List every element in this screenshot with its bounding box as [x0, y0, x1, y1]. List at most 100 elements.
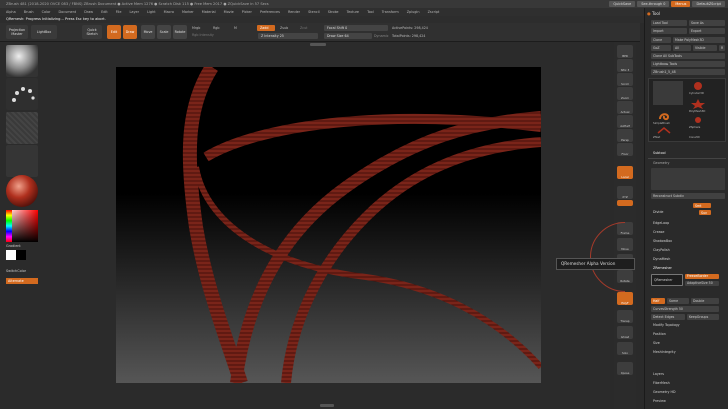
brush-thumbnail[interactable] — [6, 45, 38, 77]
actual-button[interactable]: Actual — [617, 101, 633, 114]
preview-header[interactable]: Preview — [653, 399, 666, 403]
local-button[interactable]: Local — [617, 166, 633, 179]
layers-header[interactable]: Layers — [653, 372, 664, 376]
mrgb-toggle[interactable]: Mrgb — [192, 26, 200, 30]
menu-item[interactable]: Brush — [24, 10, 34, 14]
reconstruct-subdiv-button[interactable]: Reconstruct Subdiv — [651, 193, 725, 199]
menu-item[interactable]: Color — [42, 10, 51, 14]
solo-button[interactable]: Solo — [617, 342, 633, 355]
menu-item[interactable]: Material — [202, 10, 216, 14]
polymesh-icon[interactable] — [691, 99, 705, 109]
secondary-color-swatch[interactable] — [16, 250, 26, 260]
all-button[interactable]: All — [673, 45, 691, 51]
floor-button[interactable]: Floor — [617, 143, 633, 156]
detect-edges-button[interactable]: Detect Edges — [651, 314, 685, 320]
canvas-bottom-handle[interactable] — [320, 404, 334, 407]
zremesher-header[interactable]: ZRemesher — [653, 266, 672, 270]
gradient-label[interactable]: Gradient — [6, 244, 21, 248]
edit-button[interactable]: Edit — [107, 25, 121, 39]
menu-item[interactable]: Zscript — [428, 10, 440, 14]
spix-button[interactable]: SPix 3 — [617, 59, 633, 72]
menu-item[interactable]: Preferences — [260, 10, 280, 14]
menu-item[interactable]: Render — [288, 10, 300, 14]
zcut-button[interactable]: Zcut — [300, 26, 307, 30]
visible-button[interactable]: Visible — [693, 45, 717, 51]
scale-button[interactable]: Scale — [157, 25, 171, 39]
current-tool-slider[interactable]: ZBrush1_5_48 — [651, 69, 725, 75]
tool-palette-title[interactable]: ● Tool — [647, 10, 727, 17]
clone-button[interactable]: Clone — [651, 37, 671, 43]
rgb-intensity-slider[interactable]: Rgb Intensity — [192, 33, 214, 37]
menus-button[interactable]: Menus — [671, 1, 691, 7]
draw-size-slider[interactable]: Draw Size 64 — [324, 33, 372, 39]
simplebrush-icon[interactable] — [657, 111, 671, 121]
projection-master-button[interactable]: Projection Master — [6, 25, 28, 39]
divide-button[interactable]: Divide — [653, 210, 663, 214]
current-tool-thumbnail[interactable] — [653, 81, 683, 105]
menu-item[interactable]: Tool — [367, 10, 374, 14]
make-polymesh-button[interactable]: Make PolyMesh3D — [673, 37, 725, 43]
menu-item[interactable]: Movie — [224, 10, 234, 14]
menu-item[interactable]: Texture — [347, 10, 359, 14]
polyf-button[interactable]: PolyF — [617, 292, 633, 305]
goz-button[interactable]: GoZ — [651, 45, 671, 51]
default-zscript-button[interactable]: DefaultZScript — [692, 1, 725, 7]
menu-item[interactable]: Marker — [182, 10, 194, 14]
save-as-button[interactable]: Save As — [689, 20, 725, 26]
lightbox-button[interactable]: LightBox — [31, 25, 57, 39]
qremesher-button[interactable]: QRemesher — [651, 274, 683, 286]
canvas-top-handle[interactable] — [310, 43, 326, 46]
rotate-button[interactable]: Rotate — [173, 25, 187, 39]
m-toggle[interactable]: M — [234, 26, 237, 30]
material-thumbnail[interactable] — [6, 175, 38, 207]
menu-item[interactable]: Macro — [164, 10, 174, 14]
dynamic-button[interactable]: Dynamic — [374, 34, 389, 38]
export-button[interactable]: Export — [689, 28, 725, 34]
quick-sketch-button[interactable]: Quick Sketch — [82, 25, 102, 39]
xyz-toggle[interactable] — [617, 200, 633, 206]
document-viewport[interactable] — [116, 67, 541, 383]
menu-item[interactable]: Stencil — [308, 10, 319, 14]
curves-strength-slider[interactable]: CurvesStrength 50 — [651, 306, 719, 312]
dynamesh-button[interactable]: DynaMesh — [653, 257, 670, 261]
menu-item[interactable]: Edit — [101, 10, 108, 14]
xpose-button[interactable]: Xpose — [617, 362, 633, 375]
stroke-thumbnail[interactable] — [6, 78, 38, 110]
focal-shift-slider[interactable]: Focal Shift 0 — [324, 25, 388, 31]
adaptive-size-slider[interactable]: AdaptiveSize 50 — [685, 281, 719, 286]
transp-button[interactable]: Transp — [617, 310, 633, 323]
ghost-button[interactable]: Ghost — [617, 326, 633, 339]
xyz-button[interactable]: XYZ — [617, 186, 633, 199]
switch-color-button[interactable]: SwitchColor — [6, 269, 26, 273]
alpha-thumbnail[interactable] — [6, 112, 38, 144]
main-color-swatch[interactable] — [6, 250, 16, 260]
clone-all-subtools-button[interactable]: Clone All SubTools — [651, 53, 725, 59]
sphere-icon[interactable] — [691, 115, 705, 125]
r-button[interactable]: R — [719, 45, 725, 51]
draw-button[interactable]: Draw — [123, 25, 137, 39]
shadowbox-button[interactable]: ShadowBox — [653, 239, 672, 243]
menu-item[interactable]: Layer — [130, 10, 139, 14]
rgb-toggle[interactable]: Rgb — [213, 26, 219, 30]
cylinder-icon[interactable] — [691, 81, 705, 91]
menu-item[interactable]: Stroke — [328, 10, 339, 14]
texture-thumbnail[interactable] — [6, 145, 38, 177]
size-button[interactable]: Size — [653, 341, 660, 345]
zoom-button[interactable]: Zoom — [617, 87, 633, 100]
scroll-button[interactable]: Scroll — [617, 73, 633, 86]
persp-button[interactable]: Persp — [617, 129, 633, 142]
alternate-button[interactable]: Alternate — [6, 278, 38, 284]
menu-item[interactable]: File — [116, 10, 122, 14]
double-button[interactable]: Double — [691, 298, 719, 304]
same-button[interactable]: Same — [667, 298, 689, 304]
load-tool-button[interactable]: Load Tool — [651, 20, 687, 26]
zsub-button[interactable]: Zsub — [280, 26, 288, 30]
lightbox-tools-button[interactable]: Lightbox▸ Tools — [651, 61, 725, 67]
geometry-header[interactable]: Geometry — [653, 161, 669, 165]
crease-button[interactable]: Crease — [653, 230, 664, 234]
zadd-button[interactable]: Zadd — [257, 25, 275, 31]
smt-toggle[interactable]: Smt — [693, 203, 711, 208]
menu-item[interactable]: Draw — [84, 10, 93, 14]
fibermesh-header[interactable]: FiberMesh — [653, 381, 670, 385]
menu-item[interactable]: Document — [59, 10, 77, 14]
